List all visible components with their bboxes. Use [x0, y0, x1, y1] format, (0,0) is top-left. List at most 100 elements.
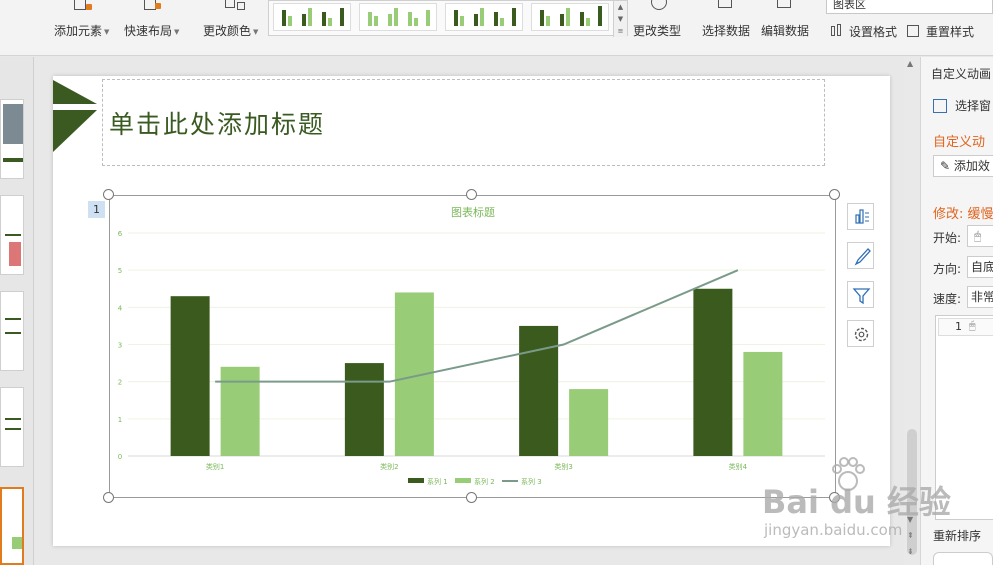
- edit-icon: [773, 0, 797, 18]
- bar-1-1: [170, 296, 210, 456]
- bar-1-3: [519, 325, 559, 456]
- reset-icon: [906, 24, 922, 38]
- resize-handle-top-middle[interactable]: [466, 189, 477, 200]
- line-series-3: [215, 269, 739, 383]
- add-element-button[interactable]: 添加元素 ▼: [54, 0, 109, 56]
- speed-label: 速度:: [933, 292, 962, 306]
- title-decoration-shape: [53, 80, 97, 152]
- x-tick-label: 类别2: [380, 462, 398, 471]
- slide-title[interactable]: 单击此处添加标题: [109, 105, 325, 141]
- chart-elements-button[interactable]: [847, 203, 874, 230]
- scroll-up-icon[interactable]: ▲: [907, 59, 913, 68]
- mouse-icon: 🖱: [974, 229, 982, 243]
- slide-thumbnail-2[interactable]: [0, 195, 24, 275]
- legend-label: 系列 2: [474, 477, 495, 486]
- chart-filter-button[interactable]: [847, 281, 874, 308]
- change-type-button[interactable]: 更改类型: [633, 0, 681, 56]
- y-tick-label: 4: [118, 304, 123, 312]
- slide-scrollbar[interactable]: ▲ ▼ ⇞ ⇟: [904, 57, 920, 565]
- chevron-down-icon[interactable]: ▼: [614, 13, 627, 25]
- chart-style-thumb-3[interactable]: [445, 3, 523, 31]
- add-effect-button[interactable]: ✎ 添加效: [933, 155, 993, 177]
- pie-chart-icon: [645, 0, 669, 18]
- direction-select[interactable]: 自底: [967, 256, 993, 278]
- chart-style-thumb-2[interactable]: [359, 3, 437, 31]
- chart-element-select[interactable]: 图表区: [826, 0, 993, 14]
- slide-thumbnail-3[interactable]: [0, 291, 24, 371]
- resize-handle-top-left[interactable]: [103, 189, 114, 200]
- resize-handle-bottom-left[interactable]: [103, 492, 114, 503]
- bar-2-4: [743, 351, 783, 456]
- y-tick-label: 0: [118, 453, 122, 461]
- select-data-button[interactable]: 选择数据: [702, 0, 750, 56]
- chart-style-thumb-1[interactable]: [273, 3, 351, 31]
- select-pane-label: 选择窗: [955, 99, 992, 113]
- filter-icon: [852, 288, 871, 305]
- resize-handle-bottom-middle[interactable]: [466, 492, 477, 503]
- next-slide-icon[interactable]: ⇟: [907, 547, 914, 556]
- brush-icon: [854, 248, 871, 266]
- slide-canvas[interactable]: 单击此处添加标题 1 图表标题 0 1 2 3 4 5 6 类别1 类别2 类别3 类别4 系列 1 系列…: [53, 76, 890, 546]
- chart-title: 图表标题: [451, 205, 495, 219]
- y-tick-label: 2: [118, 379, 122, 387]
- reorder-label: 重新排序: [933, 529, 982, 543]
- legend-swatch: [455, 478, 471, 483]
- x-tick-label: 类别1: [206, 462, 224, 471]
- quick-layout-icon: [140, 0, 164, 18]
- chart-settings-button[interactable]: [847, 320, 874, 347]
- resize-handle-bottom-right[interactable]: [829, 492, 840, 503]
- scroll-down-icon[interactable]: ▼: [907, 515, 913, 524]
- slide-thumbnail-panel: [0, 57, 34, 565]
- bar-2-3: [569, 389, 609, 456]
- edit-data-label: 编辑数据: [761, 24, 810, 38]
- add-effect-label: 添加效: [953, 159, 990, 173]
- change-color-button[interactable]: 更改颜色 ▼: [203, 0, 258, 56]
- chevron-down-icon: ▼: [104, 27, 110, 36]
- chevron-down-icon: ▼: [174, 27, 180, 36]
- y-tick-label: 5: [118, 267, 122, 275]
- chart-style-button[interactable]: [847, 242, 874, 269]
- chevron-down-icon: ▼: [253, 27, 259, 36]
- bar-2-1: [220, 366, 260, 456]
- x-tick-label: 类别4: [729, 462, 748, 471]
- expand-icon[interactable]: ≡: [614, 25, 627, 37]
- animation-order-badge[interactable]: 1: [88, 201, 105, 218]
- set-format-button[interactable]: 设置格式: [829, 22, 897, 40]
- prev-slide-icon[interactable]: ⇞: [907, 531, 914, 540]
- slide-thumbnail-4[interactable]: [0, 387, 24, 467]
- play-button[interactable]: [933, 552, 993, 565]
- reset-style-button[interactable]: 重置样式: [906, 22, 974, 40]
- start-select[interactable]: 🖱: [967, 225, 993, 247]
- section-title: 自定义动: [933, 135, 986, 150]
- legend-label: 系列 3: [521, 477, 542, 486]
- animation-list-item[interactable]: 1 🖱: [938, 318, 993, 336]
- chart-style-gallery: ▲ ▼ ≡: [268, 0, 628, 37]
- pencil-icon: ✎: [940, 159, 951, 173]
- custom-animation-panel: 自定义动画 选择窗 自定义动 ✎ 添加效 修改: 缓慢 开始: 🖱 方向: 自底…: [920, 57, 993, 565]
- bar-1-4: [693, 288, 733, 456]
- animation-list-item-num: 1: [955, 320, 962, 333]
- start-label: 开始:: [933, 231, 962, 245]
- select-data-label: 选择数据: [702, 24, 751, 38]
- add-element-icon: [70, 0, 94, 18]
- gallery-scroll[interactable]: ▲ ▼ ≡: [613, 1, 627, 37]
- speed-select[interactable]: 非常: [967, 286, 993, 308]
- direction-label: 方向:: [933, 262, 962, 276]
- animation-list[interactable]: 1 🖱: [935, 315, 993, 520]
- chart-style-thumb-4[interactable]: [531, 3, 609, 31]
- mouse-icon: 🖱: [969, 319, 976, 332]
- chart-frame[interactable]: 图表标题 0 1 2 3 4 5 6 类别1 类别2 类别3 类别4 系列 1 系列 2 系列 3: [109, 195, 836, 498]
- add-element-label: 添加元素: [54, 24, 103, 38]
- chevron-up-icon[interactable]: ▲: [614, 1, 627, 13]
- chart-plot[interactable]: 图表标题 0 1 2 3 4 5 6 类别1 类别2 类别3 类别4 系列 1 系列 2 系列 3: [110, 196, 837, 499]
- select-pane-button[interactable]: 选择窗: [933, 97, 991, 114]
- resize-handle-top-right[interactable]: [829, 189, 840, 200]
- ribbon-toolbar: 添加元素 ▼ 快速布局 ▼ 更改颜色 ▼ ▲ ▼ ≡ 更改类型 选择数据 编辑数…: [0, 0, 993, 56]
- quick-layout-button[interactable]: 快速布局 ▼: [124, 0, 179, 56]
- slide-thumbnail-5-selected[interactable]: [0, 487, 24, 565]
- slide-thumbnail-1[interactable]: [0, 99, 24, 179]
- edit-data-button[interactable]: 编辑数据: [761, 0, 809, 56]
- modify-label: 修改: 缓慢: [933, 207, 993, 222]
- y-tick-label: 6: [118, 230, 123, 238]
- quick-layout-label: 快速布局: [124, 24, 173, 38]
